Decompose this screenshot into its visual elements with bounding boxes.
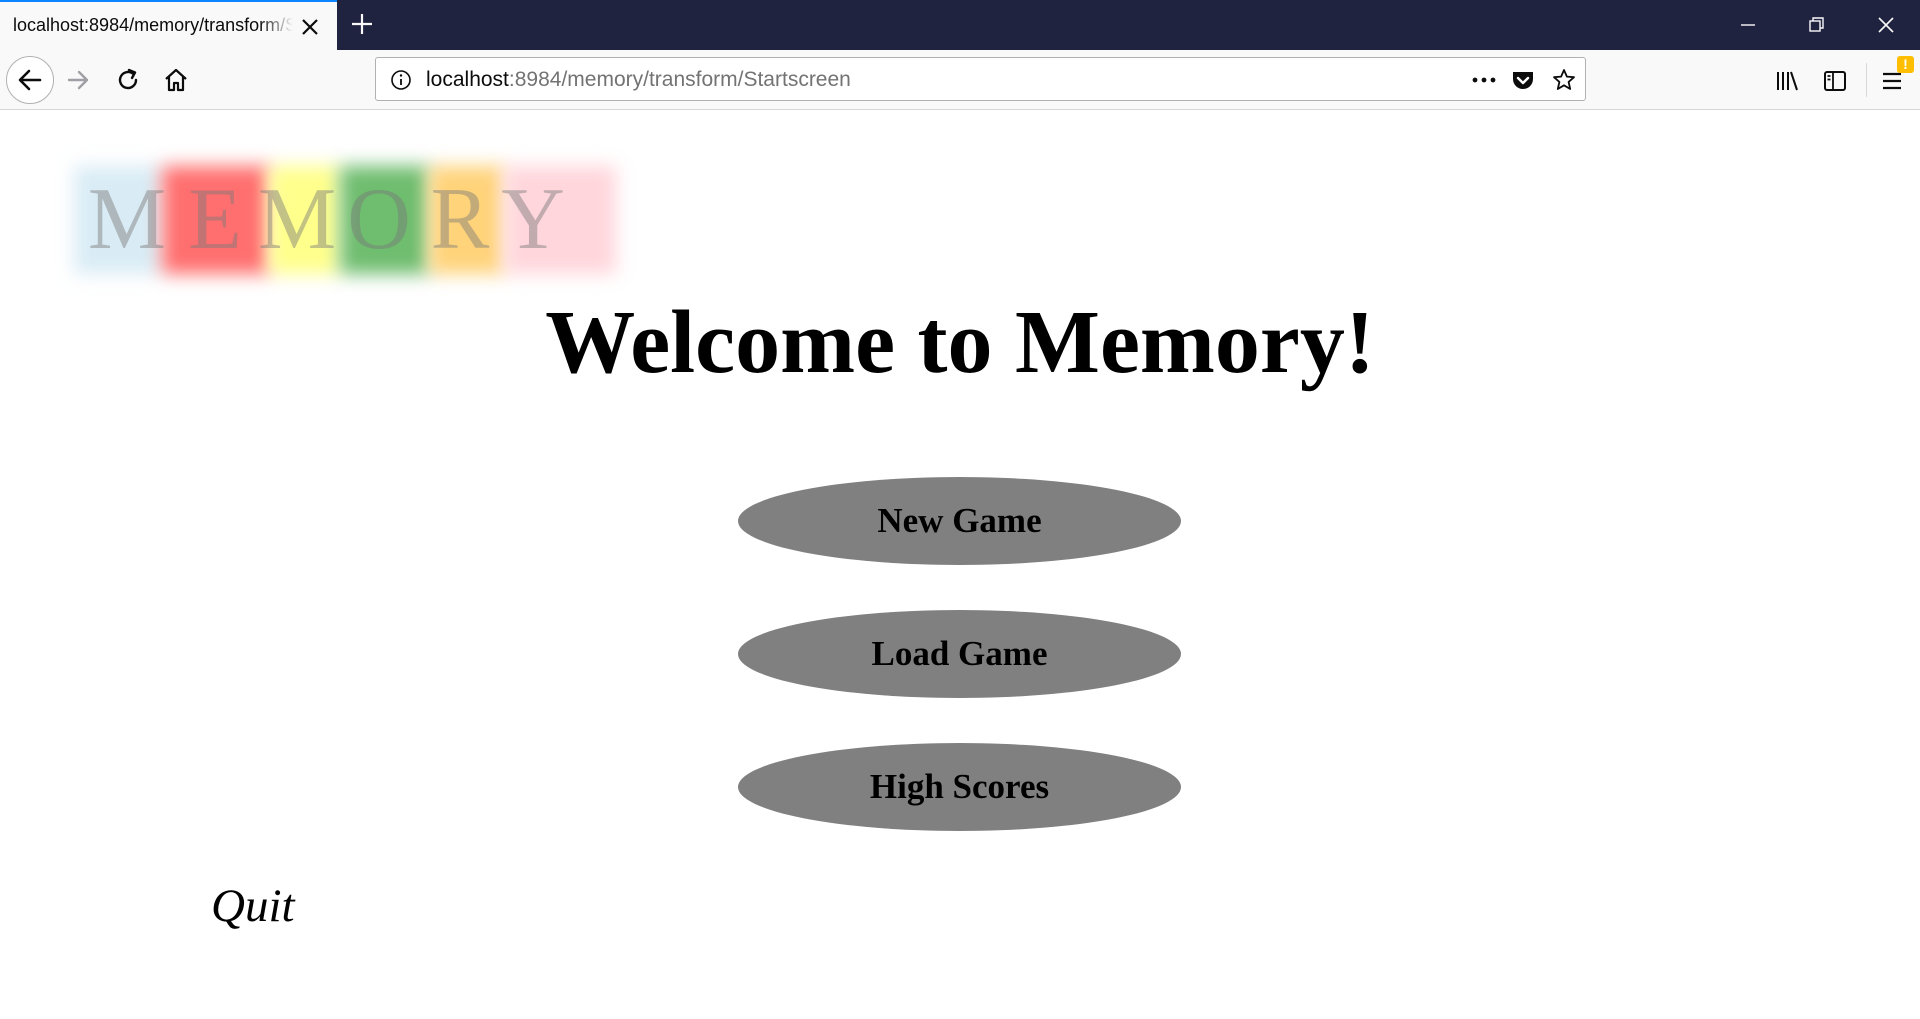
home-button[interactable] — [161, 65, 191, 95]
window-close-icon[interactable] — [1873, 12, 1899, 38]
navigation-toolbar: localhost:8984/memory/transform/Startscr… — [0, 50, 1920, 110]
toolbar-divider — [1866, 63, 1867, 97]
logo-letter-4: O — [347, 171, 411, 268]
warning-badge: ! — [1897, 56, 1914, 73]
forward-button[interactable] — [64, 65, 94, 95]
high-scores-button[interactable]: High Scores — [738, 743, 1181, 831]
logo-letter-3: M — [257, 171, 337, 268]
logo-letter-1: M — [87, 171, 167, 268]
back-button[interactable] — [6, 56, 54, 104]
home-icon — [165, 68, 187, 92]
url-path: :8984/memory/transform/Startscreen — [508, 68, 851, 91]
tab-title: localhost:8984/memory/transform/Startscr… — [13, 15, 293, 35]
plus-icon[interactable] — [348, 10, 376, 38]
logo-letters: MEMORY — [74, 166, 625, 274]
pocket-icon[interactable] — [1510, 67, 1536, 93]
logo-letter-6: Y — [501, 171, 565, 268]
tab-strip: localhost:8984/memory/transform/Startscr… — [0, 0, 1920, 50]
address-bar[interactable]: localhost:8984/memory/transform/Startscr… — [375, 57, 1586, 101]
sidebar-icon[interactable] — [1821, 67, 1849, 95]
quit-link[interactable]: Quit — [211, 876, 295, 936]
logo-letter-2: E — [188, 171, 242, 268]
minimize-icon[interactable] — [1735, 12, 1761, 38]
close-icon[interactable] — [298, 15, 322, 39]
library-icon[interactable] — [1773, 67, 1801, 95]
page-title: Welcome to Memory! — [545, 293, 1375, 392]
more-icon[interactable] — [1469, 68, 1499, 92]
new-game-button[interactable]: New Game — [738, 477, 1181, 565]
url-host: localhost — [426, 68, 509, 91]
restore-icon[interactable] — [1803, 12, 1829, 38]
browser-tab-active[interactable]: localhost:8984/memory/transform/Startscr… — [0, 0, 337, 50]
arrow-right-icon — [67, 70, 89, 90]
url-text[interactable]: localhost:8984/memory/transform/Startscr… — [426, 68, 851, 92]
load-game-button[interactable]: Load Game — [738, 610, 1181, 698]
reload-button[interactable] — [113, 65, 143, 95]
arrow-left-icon — [18, 69, 42, 91]
memory-logo: MEMORY — [74, 166, 625, 274]
star-icon[interactable] — [1551, 67, 1577, 93]
reload-icon — [118, 68, 138, 90]
info-icon[interactable] — [389, 68, 413, 92]
